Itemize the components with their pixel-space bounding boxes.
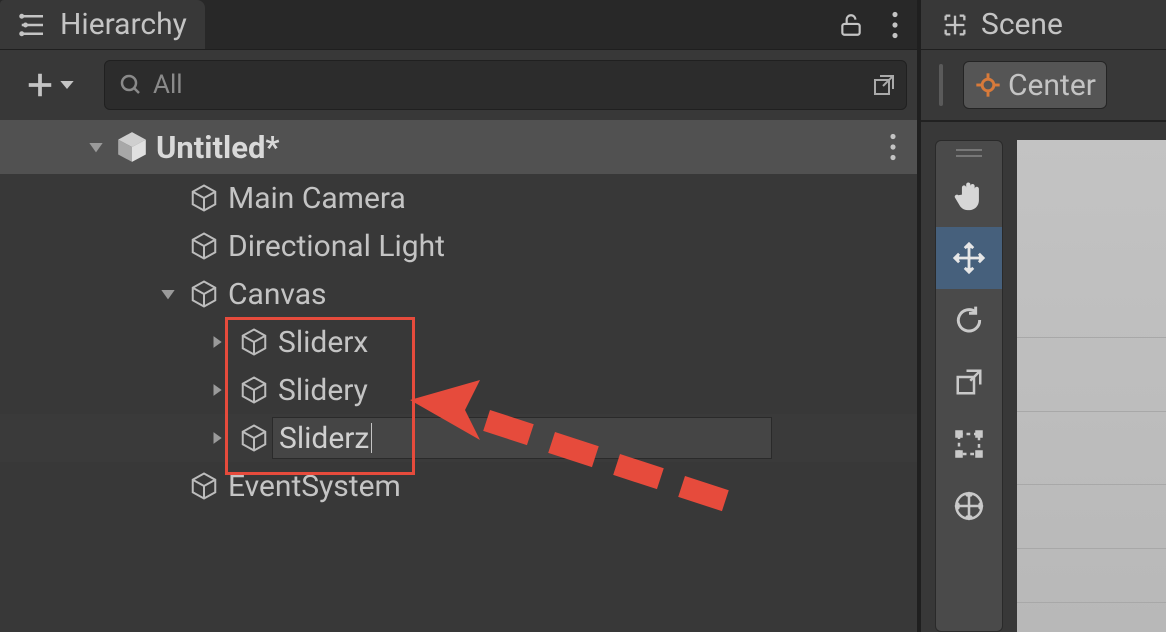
hierarchy-tab[interactable]: Hierarchy bbox=[0, 0, 205, 49]
unity-scene-icon bbox=[114, 130, 150, 164]
rect-tool-button[interactable] bbox=[936, 413, 1002, 475]
hierarchy-tree: Untitled* Main Camera bbox=[0, 120, 917, 632]
search-icon bbox=[119, 73, 143, 97]
foldout-icon[interactable] bbox=[160, 286, 186, 302]
gameobject-label: Canvas bbox=[222, 277, 327, 312]
transform-tool-button[interactable] bbox=[936, 475, 1002, 537]
gameobject-label: Slidery bbox=[272, 373, 368, 408]
gameobject-sliderx[interactable]: Sliderx bbox=[0, 318, 917, 366]
hierarchy-tab-label: Hierarchy bbox=[60, 7, 187, 42]
gameobject-label: EventSystem bbox=[222, 469, 401, 504]
gameobject-directional-light[interactable]: Directional Light bbox=[0, 222, 917, 270]
foldout-icon[interactable] bbox=[88, 139, 114, 155]
scene-body bbox=[921, 122, 1166, 632]
scene-panel: Scene Center bbox=[921, 0, 1166, 632]
lock-icon[interactable] bbox=[829, 0, 873, 49]
gameobject-icon bbox=[236, 423, 272, 453]
gameobject-main-camera[interactable]: Main Camera bbox=[0, 174, 917, 222]
scene-icon bbox=[941, 11, 969, 39]
scene-tab-bar: Scene bbox=[921, 0, 1166, 50]
gameobject-icon bbox=[186, 279, 222, 309]
foldout-icon[interactable] bbox=[210, 383, 236, 397]
hand-tool-button[interactable] bbox=[936, 165, 1002, 227]
move-tool-button[interactable] bbox=[936, 227, 1002, 289]
popout-icon[interactable] bbox=[872, 73, 896, 97]
kebab-menu-icon[interactable] bbox=[873, 0, 917, 49]
scene-tab-label: Scene bbox=[981, 7, 1063, 42]
scene-viewport[interactable] bbox=[1017, 140, 1166, 632]
gameobject-sliderz-editing[interactable]: Sliderz bbox=[0, 414, 917, 462]
pivot-mode-label: Center bbox=[1008, 68, 1096, 103]
scale-tool-button[interactable] bbox=[936, 351, 1002, 413]
scene-name-label: Untitled* bbox=[150, 129, 279, 166]
pivot-mode-button[interactable]: Center bbox=[963, 61, 1107, 109]
hierarchy-icon bbox=[18, 10, 48, 40]
hierarchy-search-input[interactable]: All bbox=[104, 60, 907, 110]
tools-grip[interactable] bbox=[936, 141, 1002, 165]
gameobject-icon bbox=[236, 375, 272, 405]
search-value: All bbox=[153, 70, 862, 100]
scene-tab[interactable]: Scene bbox=[921, 0, 1166, 49]
rotate-tool-button[interactable] bbox=[936, 289, 1002, 351]
hierarchy-toolbar: All bbox=[0, 50, 917, 120]
gameobject-slidery[interactable]: Slidery bbox=[0, 366, 917, 414]
rename-input[interactable]: Sliderz bbox=[272, 417, 772, 459]
gameobject-icon bbox=[236, 327, 272, 357]
create-button[interactable] bbox=[6, 60, 94, 110]
gameobject-icon bbox=[186, 231, 222, 261]
scene-toolbar: Center bbox=[921, 50, 1166, 122]
foldout-icon[interactable] bbox=[210, 431, 236, 445]
scene-tools bbox=[935, 140, 1003, 632]
gameobject-label: Main Camera bbox=[222, 181, 406, 216]
text-caret bbox=[371, 423, 372, 453]
gameobject-label: Directional Light bbox=[222, 229, 445, 264]
pivot-icon bbox=[974, 71, 1002, 99]
gameobject-icon bbox=[186, 183, 222, 213]
hierarchy-panel: Hierarchy bbox=[0, 0, 921, 632]
toolbar-grip[interactable] bbox=[939, 64, 943, 106]
gameobject-canvas[interactable]: Canvas bbox=[0, 270, 917, 318]
gameobject-label: Sliderx bbox=[272, 325, 368, 360]
foldout-icon[interactable] bbox=[210, 335, 236, 349]
hierarchy-tab-bar: Hierarchy bbox=[0, 0, 917, 50]
scene-row[interactable]: Untitled* bbox=[0, 120, 917, 174]
rename-input-value: Sliderz bbox=[279, 421, 369, 456]
scene-menu-icon[interactable] bbox=[889, 133, 897, 161]
gameobject-eventsystem[interactable]: EventSystem bbox=[0, 462, 917, 510]
chevron-down-icon bbox=[59, 78, 75, 92]
gameobject-icon bbox=[186, 471, 222, 501]
